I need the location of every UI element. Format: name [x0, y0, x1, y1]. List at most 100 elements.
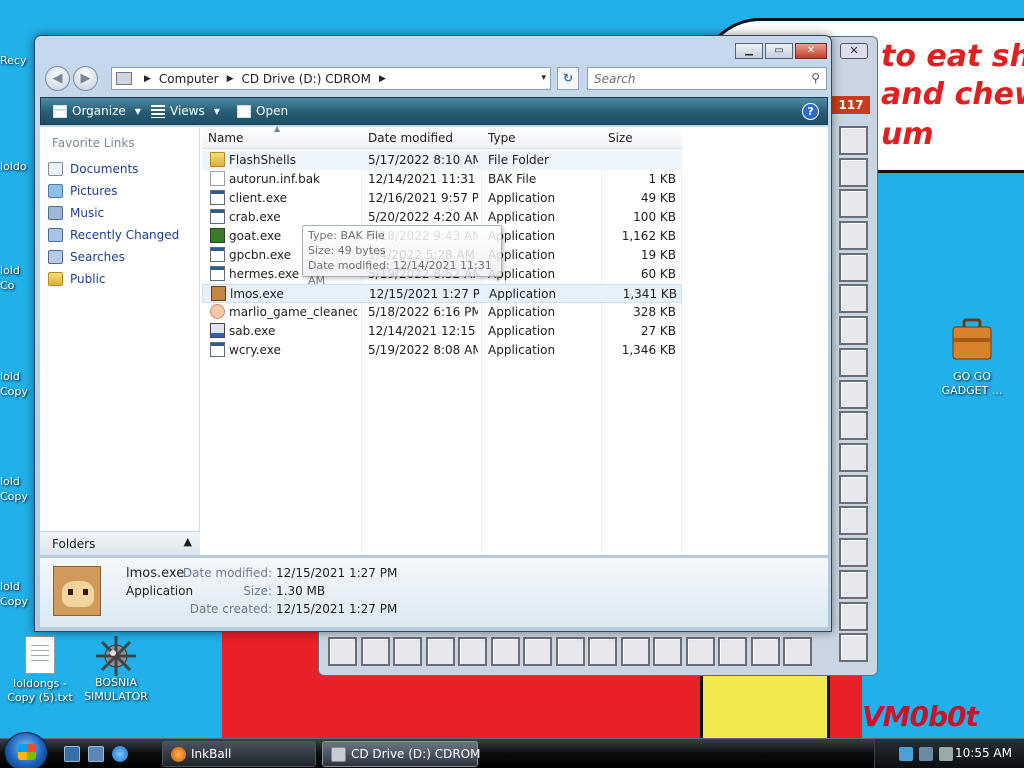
column-headers: Name ▲ Date modified Type Size: [202, 124, 682, 149]
column-header-size[interactable]: Size: [608, 131, 633, 145]
fav-label: Pictures: [70, 184, 118, 198]
tray-app-icon[interactable]: [919, 747, 933, 761]
desktop-icon-label[interactable]: Copy: [0, 385, 28, 399]
inkball-close-button[interactable]: ✕: [840, 43, 868, 59]
desktop-icon-label[interactable]: loldo: [0, 160, 27, 174]
open-button[interactable]: Open: [237, 104, 288, 118]
maximize-button[interactable]: ▭: [765, 43, 793, 59]
inkball-icon: [171, 747, 186, 762]
desktop-icon-go-go-gadget[interactable]: GO GO GADGET ...: [932, 316, 1012, 398]
column-header-name[interactable]: Name: [208, 131, 243, 145]
music-icon: [48, 206, 63, 220]
computer-icon: [116, 72, 132, 85]
desktop-icon-label[interactable]: Copy: [0, 490, 28, 504]
fav-documents[interactable]: Documents: [48, 162, 138, 176]
file-size: 27 KB: [640, 324, 676, 338]
address-dropdown-icon[interactable]: ▾: [541, 73, 546, 83]
search-placeholder: Search: [594, 72, 636, 86]
file-size: 1,162 KB: [621, 229, 676, 243]
show-desktop-icon[interactable]: [64, 746, 80, 762]
breadcrumb-separator[interactable]: ▶: [379, 74, 386, 84]
breadcrumb-separator[interactable]: ▶: [227, 74, 234, 84]
desktop-icon-label[interactable]: lold: [0, 475, 20, 489]
search-input[interactable]: Search ⚲: [587, 67, 827, 90]
file-name: autorun.inf.bak: [229, 172, 320, 186]
content-area: Favorite Links Documents Pictures Music …: [40, 124, 828, 555]
inkball-tile: [839, 348, 868, 377]
wallpaper-signature: VM0b0t: [862, 700, 979, 733]
folders-toggle[interactable]: Folders ▲: [40, 531, 200, 555]
organize-button[interactable]: Organize ▼: [53, 104, 141, 118]
inkball-tile: [839, 443, 868, 472]
desktop-icon-label[interactable]: Co: [0, 279, 14, 293]
file-type: BAK File: [488, 172, 537, 186]
file-size: 19 KB: [640, 248, 676, 262]
search-icon[interactable]: ⚲: [811, 71, 820, 85]
inkball-tile: [491, 637, 520, 666]
system-tray: 10:55 AM: [874, 739, 1024, 768]
file-date: 12/16/2021 9:57 PM: [368, 191, 478, 205]
open-icon: [237, 104, 251, 118]
application-icon: [210, 209, 225, 224]
explorer-window[interactable]: ▁ ▭ ✕ ◀ ▶ ▶ Computer ▶ CD Drive (D:) CDR…: [34, 35, 832, 632]
inkball-tile: [839, 506, 868, 535]
file-row[interactable]: marlio_game_cleaned.... 5/18/2022 6:16 PM…: [202, 303, 682, 322]
forward-button[interactable]: ▶: [73, 66, 98, 91]
minimize-button[interactable]: ▁: [735, 43, 763, 59]
bubble-line-3: um: [881, 117, 934, 152]
file-row[interactable]: FlashShells 5/17/2022 8:10 AM File Folder: [202, 151, 682, 170]
fav-public[interactable]: Public: [48, 272, 106, 286]
application-icon: [210, 190, 225, 205]
breadcrumb-separator[interactable]: ▶: [144, 74, 151, 84]
switch-windows-icon[interactable]: [88, 746, 104, 762]
fav-music[interactable]: Music: [48, 206, 104, 220]
details-pane: lmos.exe Application Date modified: 12/1…: [40, 557, 828, 627]
taskbar: InkBall CD Drive (D:) CDROM 10:55 AM: [0, 732, 1024, 768]
desktop-icon-label: BOSNIA SIMULATOR: [84, 676, 148, 703]
clock[interactable]: 10:55 AM: [955, 746, 1012, 760]
desktop-icon-recycle-label[interactable]: Recy: [0, 54, 26, 68]
internet-explorer-icon[interactable]: [112, 746, 128, 762]
task-cd-drive[interactable]: CD Drive (D:) CDROM: [322, 741, 480, 767]
help-button[interactable]: ?: [802, 103, 819, 120]
pictures-icon: [48, 184, 63, 198]
address-bar[interactable]: ▶ Computer ▶ CD Drive (D:) CDROM ▶ ▾: [111, 67, 551, 90]
details-value-size: 1.30 MB: [276, 584, 326, 598]
desktop-icon-loldongs[interactable]: loldongs - Copy (5).txt: [0, 636, 80, 705]
column-header-type[interactable]: Type: [488, 131, 516, 145]
favorite-links-title: Favorite Links: [52, 136, 135, 150]
refresh-button[interactable]: ↻: [557, 67, 579, 90]
breadcrumb-cd-drive[interactable]: CD Drive (D:) CDROM: [242, 72, 371, 86]
desktop-icon-bosnia-simulator[interactable]: BOSNIA SIMULATOR: [76, 634, 156, 704]
file-row[interactable]: sab.exe 12/14/2021 12:15 ... Application 27…: [202, 322, 682, 341]
chevron-up-icon: ▲: [183, 535, 192, 548]
file-date: 12/15/2021 1:27 PM: [369, 287, 479, 301]
column-header-date[interactable]: Date modified: [368, 131, 453, 145]
file-row[interactable]: wcry.exe 5/19/2022 8:08 AM Application 1,34…: [202, 341, 682, 360]
network-icon[interactable]: [899, 747, 913, 761]
egg-icon: [210, 304, 225, 319]
back-button[interactable]: ◀: [45, 66, 70, 91]
views-button[interactable]: Views ▼: [151, 104, 220, 118]
desktop-icon-label[interactable]: lold: [0, 370, 20, 384]
desktop-icon-label[interactable]: lold: [0, 580, 20, 594]
file-date: 5/18/2022 6:16 PM: [368, 305, 478, 319]
tooltip-size: Size: 49 bytes: [308, 244, 386, 257]
details-value-created: 12/15/2021 1:27 PM: [276, 602, 398, 616]
file-row[interactable]: client.exe 12/16/2021 9:57 PM Application 4…: [202, 189, 682, 208]
file-date: 12/14/2021 11:31 ...: [368, 172, 478, 186]
fav-recently-changed[interactable]: Recently Changed: [48, 228, 179, 242]
breadcrumb-computer[interactable]: Computer: [159, 72, 219, 86]
task-inkball[interactable]: InkBall: [162, 741, 316, 767]
desktop-icon-label: GO GO GADGET ...: [941, 370, 1003, 397]
inkball-tile: [653, 637, 682, 666]
desktop-icon-label[interactable]: lold: [0, 264, 20, 278]
volume-muted-icon[interactable]: [939, 747, 953, 761]
fav-pictures[interactable]: Pictures: [48, 184, 118, 198]
file-row[interactable]: autorun.inf.bak 12/14/2021 11:31 ... BAK F…: [202, 170, 682, 189]
close-button[interactable]: ✕: [795, 43, 827, 59]
desktop-icon-label[interactable]: Copy: [0, 595, 28, 609]
file-type: Application: [489, 287, 557, 301]
start-button[interactable]: [4, 732, 48, 768]
fav-searches[interactable]: Searches: [48, 250, 125, 264]
